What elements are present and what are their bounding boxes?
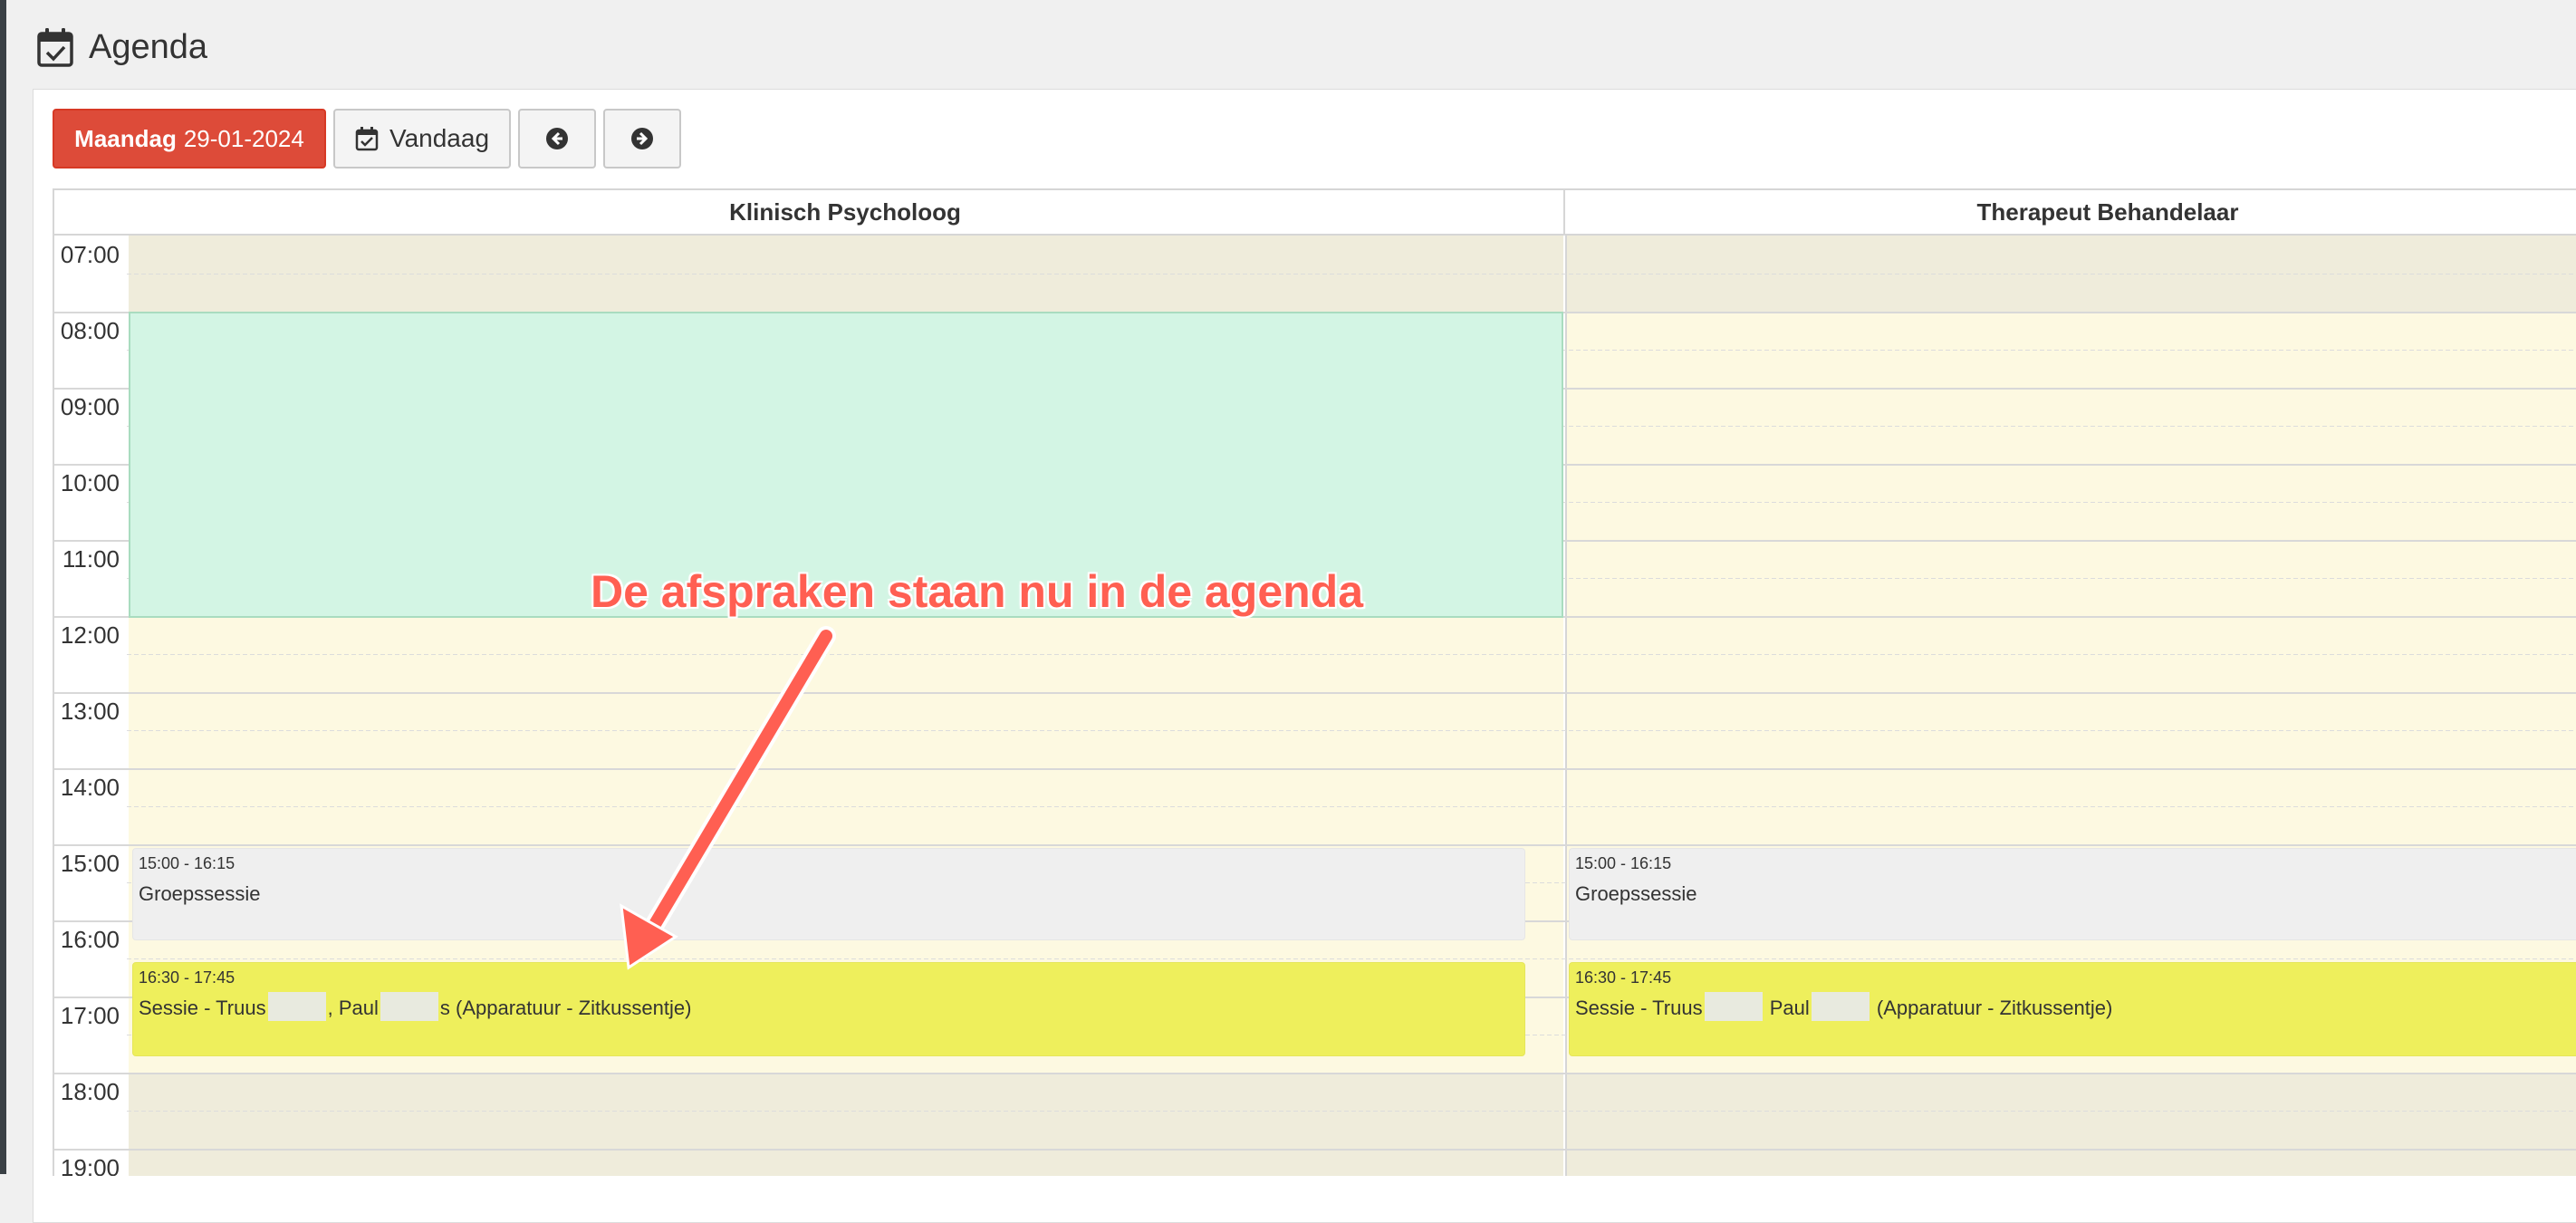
time-label: 15:00 <box>60 850 120 877</box>
time-label: 18:00 <box>60 1078 120 1105</box>
page-header: Agenda <box>36 20 207 74</box>
time-label: 17:00 <box>60 1002 120 1029</box>
timeslot-cell[interactable] <box>1565 1149 2576 1176</box>
redaction-mask <box>1704 992 1763 1022</box>
event-time: 15:00 - 16:15 <box>139 854 235 872</box>
time-label: 14:00 <box>60 774 120 801</box>
hour-divider <box>54 844 2576 846</box>
event-time: 15:00 - 16:15 <box>1575 854 1672 872</box>
calendar-check-icon <box>37 28 73 67</box>
today-label: Vandaag <box>389 124 490 152</box>
time-label: 19:00 <box>60 1154 120 1176</box>
timeslot-cell[interactable] <box>129 1149 1563 1176</box>
event-groepssessie[interactable]: 15:00 - 16:15 Groepssessie <box>1569 848 2576 940</box>
time-label: 07:00 <box>60 241 120 268</box>
time-row: 19:00 <box>54 1149 2576 1176</box>
agenda-grid: Klinisch Psycholoog Therapeut Behandelaa… <box>53 188 2576 1176</box>
hour-divider <box>54 692 2576 694</box>
event-title: Groepssessie <box>1575 882 1697 905</box>
redaction-mask <box>267 992 326 1022</box>
column-header-klinisch-psycholoog: Klinisch Psycholoog <box>127 190 1563 236</box>
event-groepssessie[interactable]: 15:00 - 16:15 Groepssessie <box>132 848 1525 940</box>
event-title: Groepssessie <box>139 882 261 905</box>
hour-divider <box>54 1073 2576 1074</box>
event-time: 16:30 - 17:45 <box>1575 968 1672 987</box>
date-day-label: Maandag <box>74 124 177 152</box>
page-title: Agenda <box>89 27 208 66</box>
event-sessie[interactable]: 16:30 - 17:45 Sessie - Truus Paul (Appar… <box>1569 962 2576 1056</box>
event-title-suffix: (Apparatuur - Zitkussentje) <box>1870 997 2113 1019</box>
next-day-button[interactable] <box>603 109 681 169</box>
annotation-text: De afspraken staan nu in de agenda <box>591 566 1364 617</box>
time-label: 10:00 <box>60 469 120 496</box>
redaction-mask <box>1811 992 1870 1022</box>
date-value-label: 29-01-2024 <box>183 124 304 152</box>
arrow-left-circle-icon <box>546 128 568 149</box>
half-hour-divider <box>127 958 2576 959</box>
calendar-check-icon <box>355 127 379 151</box>
previous-day-button[interactable] <box>518 109 596 169</box>
time-label: 12:00 <box>60 621 120 649</box>
toolbar: Maandag 29-01-2024 Vandaag <box>53 109 681 170</box>
time-label: 13:00 <box>60 698 120 725</box>
time-label: 16:00 <box>60 926 120 953</box>
time-column-header <box>54 190 127 236</box>
hour-divider <box>54 1149 2576 1151</box>
half-hour-divider <box>127 730 2576 731</box>
event-title-suffix: s (Apparatuur - Zitkussentje) <box>439 997 692 1019</box>
event-title-prefix: Sessie - Truus <box>139 997 266 1019</box>
event-time: 16:30 - 17:45 <box>139 968 235 987</box>
event-title-prefix: Sessie - Truus <box>1575 997 1703 1019</box>
event-title-sep: Paul <box>1764 997 1810 1019</box>
half-hour-divider <box>127 1111 2576 1112</box>
event-title-sep: , Paul <box>327 997 379 1019</box>
event-title: Sessie - Truus , Paul s (Apparatuur - Zitk… <box>139 992 1519 1022</box>
today-button[interactable]: Vandaag <box>333 109 511 169</box>
half-hour-divider <box>127 654 2576 655</box>
date-picker-button[interactable]: Maandag 29-01-2024 <box>53 109 326 169</box>
redaction-mask <box>380 992 438 1022</box>
arrow-right-circle-icon <box>631 128 653 149</box>
time-label: 08:00 <box>60 317 120 344</box>
time-label: 11:00 <box>62 545 120 573</box>
half-hour-divider <box>127 806 2576 807</box>
event-sessie[interactable]: 16:30 - 17:45 Sessie - Truus , Paul s (App… <box>132 962 1525 1056</box>
column-header-therapeut-behandelaar: Therapeut Behandelaar <box>1563 190 2576 236</box>
hour-divider <box>54 768 2576 770</box>
time-label: 09:00 <box>60 393 120 420</box>
event-title: Sessie - Truus Paul (Apparatuur - Zitkus… <box>1575 992 2576 1022</box>
app-sidebar-edge <box>0 0 6 1174</box>
